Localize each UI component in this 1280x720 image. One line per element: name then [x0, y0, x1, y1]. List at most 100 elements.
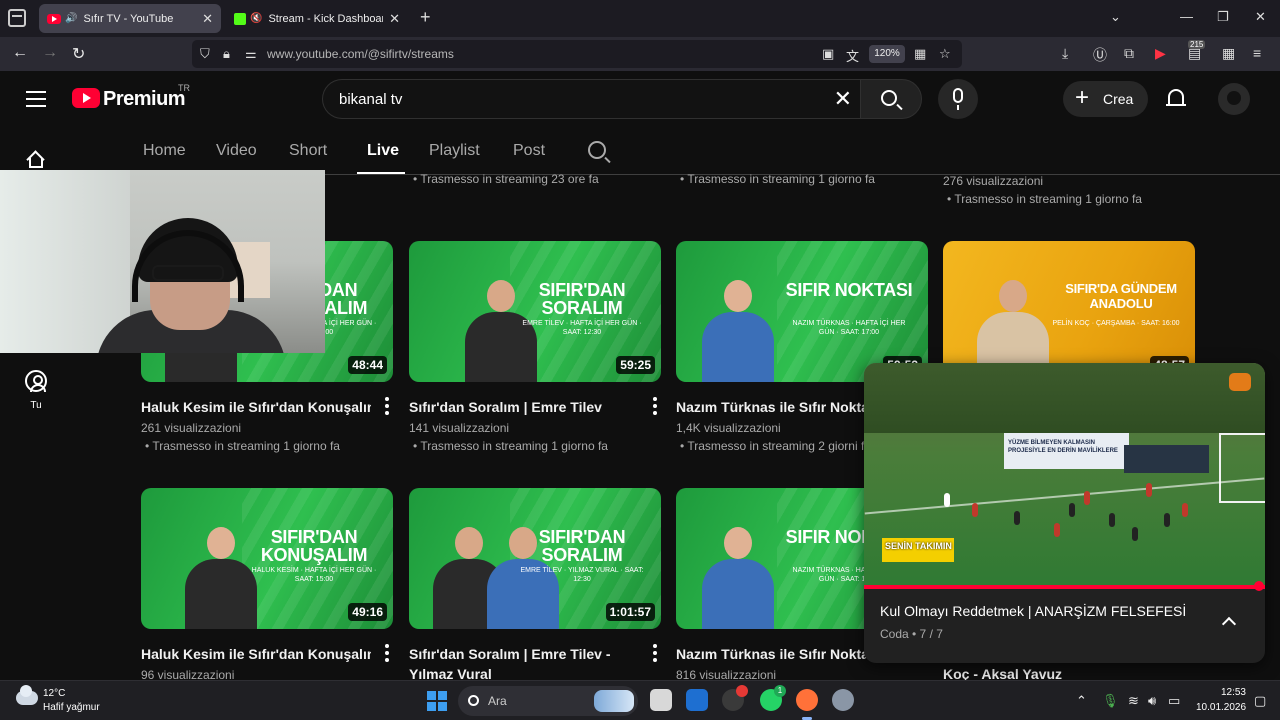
menu-icon[interactable]: ≡	[1253, 45, 1261, 61]
permissions-icon[interactable]: ⚌	[245, 46, 257, 62]
thumbnail-subtitle: PELİN KOÇ · ÇARŞAMBA · SAAT: 16:00	[1052, 320, 1180, 327]
close-tab-icon[interactable]: ✕	[202, 11, 213, 27]
microphone-icon[interactable]: 🎙︎	[1102, 693, 1119, 709]
sidebar-item-you-label[interactable]: Tu	[0, 400, 72, 411]
weather-description[interactable]: Hafif yağmur	[43, 702, 100, 713]
restore-button[interactable]: ❐	[1217, 9, 1229, 25]
tab-playlist[interactable]: Playlist	[429, 142, 480, 160]
outlook-icon[interactable]	[686, 689, 708, 711]
translate-icon[interactable]: 文	[846, 46, 859, 65]
hamburger-menu-icon[interactable]	[26, 91, 46, 107]
more-options-icon[interactable]	[385, 397, 389, 415]
chevron-up-icon[interactable]	[1221, 616, 1237, 632]
tab-list-icon[interactable]	[8, 9, 26, 27]
wifi-icon[interactable]: ≋	[1128, 693, 1139, 709]
tab-live[interactable]: Live	[367, 142, 399, 160]
miniplayer-title[interactable]: Kul Olmayı Reddetmek | ANARŞİZM FELSEFES…	[880, 603, 1186, 619]
video-title[interactable]: Haluk Kesim ile Sıfır'dan Konuşalım	[141, 644, 371, 664]
video-thumbnail[interactable]: SIFIR'DAN KONUŞALIM HALUK KESİM · HAFTA …	[141, 488, 393, 629]
close-window-button[interactable]: ✕	[1255, 9, 1266, 25]
downloads-icon[interactable]: ⤓	[1062, 45, 1068, 62]
more-options-icon[interactable]	[385, 644, 389, 662]
notifications-bell-icon[interactable]	[1166, 87, 1186, 109]
tab-short[interactable]: Short	[289, 142, 327, 160]
tab-kick-dashboard[interactable]: 🔇 Stream - Kick Dashboard ✕	[226, 4, 408, 33]
task-view-icon[interactable]	[650, 689, 672, 711]
clear-search-icon[interactable]: ✕	[834, 86, 852, 112]
lock-icon[interactable]: 🔒︎	[223, 46, 230, 62]
chrome-icon[interactable]	[722, 685, 748, 711]
search-query[interactable]: bikanal tv	[339, 91, 402, 108]
firefox-icon[interactable]	[796, 689, 818, 720]
voice-search-button[interactable]	[938, 79, 978, 119]
battery-icon[interactable]: ▭	[1168, 693, 1180, 709]
miniplayer-video[interactable]: YÜZME BİLMEYEN KALMASIN PROJESİYLE EN DE…	[864, 363, 1265, 588]
chevron-up-icon[interactable]: ⌃	[1076, 693, 1087, 709]
url-text[interactable]: www.youtube.com/@sifirtv/streams	[267, 47, 454, 61]
tab-video[interactable]: Video	[216, 142, 257, 160]
address-bar[interactable]: ⛉ 🔒︎ ⚌ www.youtube.com/@sifirtv/streams …	[192, 40, 962, 68]
tab-post[interactable]: Post	[513, 142, 545, 160]
video-title[interactable]: Nazım Türknas ile Sıfır Noktası	[676, 644, 866, 664]
video-thumbnail[interactable]: SIFIR'DA GÜNDEM ANADOLU PELİN KOÇ · ÇARŞ…	[943, 241, 1195, 382]
picture-in-picture-icon[interactable]: ▣	[822, 46, 834, 62]
forward-button[interactable]: →	[42, 44, 58, 62]
more-options-icon[interactable]	[653, 644, 657, 662]
windows-start-icon[interactable]	[427, 691, 447, 711]
more-options-icon[interactable]	[653, 397, 657, 415]
video-thumbnail[interactable]: SIFIR NOKTASI NAZIM TÜRKNAS · HAFTA İÇİ …	[676, 241, 928, 382]
thumbnail-subtitle: EMRE TİLEV · HAFTA İÇİ HER GÜN · SAAT: 1…	[522, 320, 642, 336]
video-thumbnail[interactable]: SIFIR'DAN SORALIM EMRE TİLEV · HAFTA İÇİ…	[409, 241, 661, 382]
miniplayer[interactable]: YÜZME BİLMEYEN KALMASIN PROJESİYLE EN DE…	[864, 363, 1265, 663]
weather-temperature[interactable]: 12°C	[43, 688, 65, 699]
video-card[interactable]: SIFIR'DA GÜNDEM ANADOLU PELİN KOÇ · ÇARŞ…	[943, 241, 1195, 382]
shield-icon[interactable]: ⛉	[200, 46, 210, 62]
grid-icon[interactable]: ▦	[914, 46, 926, 62]
extensions-icon[interactable]: ⧉	[1124, 45, 1134, 62]
new-tab-button[interactable]: +	[420, 7, 431, 28]
zoom-level[interactable]: 120%	[869, 45, 905, 63]
home-icon[interactable]	[26, 150, 46, 169]
speaker-icon[interactable]: 🔊	[65, 13, 77, 24]
close-tab-icon[interactable]: ✕	[389, 11, 400, 27]
search-input[interactable]: bikanal tv ✕	[322, 79, 860, 119]
video-title[interactable]: Nazım Türknas ile Sıfır Noktası	[676, 397, 866, 417]
notification-center-icon[interactable]: ▢	[1254, 693, 1266, 709]
browser-tab-strip: 🔊 Sıfır TV - YouTube ✕ 🔇 Stream - Kick D…	[0, 0, 1280, 37]
bookmark-star-icon[interactable]: ☆	[939, 46, 951, 62]
tab-overflow-chevron-icon[interactable]: ⌄	[1110, 9, 1121, 25]
whatsapp-icon[interactable]: 1	[760, 685, 786, 711]
avatar[interactable]	[1218, 83, 1250, 115]
you-icon[interactable]	[25, 370, 47, 392]
channel-search-icon[interactable]	[588, 141, 606, 159]
youtube-premium-logo[interactable]: Premium	[103, 88, 186, 111]
reload-button[interactable]: ↻	[72, 44, 85, 64]
tab-home[interactable]: Home	[143, 142, 186, 160]
video-card[interactable]: SIFIR'DAN KONUŞALIM HALUK KESİM · HAFTA …	[141, 488, 393, 682]
video-thumbnail[interactable]: SIFIR'DAN SORALIM EMRE TİLEV · YILMAZ VU…	[409, 488, 661, 629]
youtube-extension-icon[interactable]: ▶	[1155, 45, 1166, 62]
youtube-logo-icon[interactable]	[72, 88, 100, 108]
clock-time[interactable]: 12:53	[1220, 687, 1246, 698]
video-title[interactable]: Haluk Kesim ile Sıfır'dan Konuşalım	[141, 397, 371, 417]
ublock-icon[interactable]: Ⓤ	[1093, 45, 1107, 65]
muted-speaker-icon[interactable]: 🔇	[250, 13, 262, 24]
back-button[interactable]: ←	[12, 44, 28, 62]
search-button[interactable]	[860, 79, 922, 119]
video-card[interactable]: SIFIR'DAN SORALIM EMRE TİLEV · YILMAZ VU…	[409, 488, 661, 682]
volume-icon[interactable]: 🔊︎	[1148, 693, 1156, 709]
create-button[interactable]: + Crea	[1063, 81, 1148, 117]
video-title[interactable]: Sıfır'dan Soralım | Emre Tilev - Yılmaz …	[409, 644, 639, 684]
thumbnail-subtitle: NAZIM TÜRKNAS · HAFTA İÇİ HER GÜN · SAAT…	[792, 320, 906, 336]
taskbar-search[interactable]: Ara	[458, 686, 638, 716]
video-card[interactable]: SIFIR'DAN SORALIM EMRE TİLEV · HAFTA İÇİ…	[409, 241, 661, 461]
weather-cloud-icon[interactable]	[16, 685, 38, 705]
settings-gear-icon[interactable]	[832, 689, 854, 711]
progress-bar[interactable]	[864, 585, 1265, 589]
minimize-button[interactable]: —	[1180, 9, 1193, 24]
clock-date[interactable]: 10.01.2026	[1196, 702, 1246, 713]
progress-handle[interactable]	[1254, 581, 1264, 591]
apps-icon[interactable]: ▦	[1222, 45, 1235, 62]
tab-youtube[interactable]: 🔊 Sıfır TV - YouTube ✕	[39, 4, 221, 33]
video-title[interactable]: Sıfır'dan Soralım | Emre Tilev	[409, 397, 639, 417]
